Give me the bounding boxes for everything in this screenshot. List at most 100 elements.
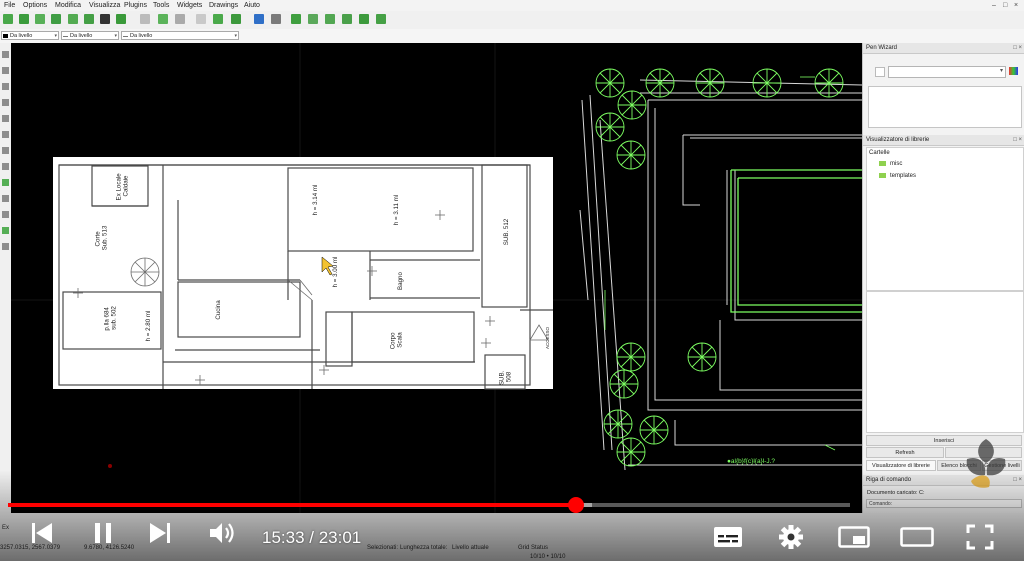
dock-float-close-icon[interactable]: □ ×	[1013, 475, 1022, 486]
refresh-button[interactable]: Refresh	[866, 447, 944, 458]
text-tool-icon[interactable]	[2, 131, 9, 138]
select-tool-icon[interactable]	[2, 227, 9, 234]
minimize-icon[interactable]: –	[992, 0, 996, 11]
command-line-title-text: Riga di comando	[866, 477, 912, 483]
new-template-icon[interactable]	[19, 14, 29, 24]
menu-modifica[interactable]: Modifica	[55, 0, 81, 11]
chevron-down-icon: ▾	[114, 33, 117, 39]
grid-status-label: Grid Status	[518, 545, 549, 551]
save-as-icon[interactable]	[68, 14, 78, 24]
fullscreen-icon[interactable]	[966, 524, 994, 550]
menu-plugins[interactable]: Plugins	[124, 0, 147, 11]
color-value: Da livello	[10, 33, 33, 39]
grid-icon[interactable]	[254, 14, 264, 24]
miniplayer-icon[interactable]	[838, 526, 870, 548]
modify-tool-icon[interactable]	[2, 195, 9, 202]
library-viewer-title: Visualizzatore di librerie □ ×	[863, 135, 1024, 146]
block-icon[interactable]	[213, 14, 223, 24]
polyline-tool-icon[interactable]	[2, 115, 9, 122]
menu-aiuto[interactable]: Aiuto	[244, 0, 260, 11]
linetype-swatch	[63, 36, 68, 37]
zoom-window-icon[interactable]	[342, 14, 352, 24]
pen-color-swatch[interactable]	[875, 67, 885, 77]
info-tool-icon[interactable]	[2, 211, 9, 218]
height-label-2-80: h = 2.80 ml	[145, 311, 152, 342]
library-preview-pane	[866, 291, 1024, 433]
zoom-in-icon[interactable]	[291, 14, 301, 24]
restore-icon[interactable]: □	[1003, 0, 1007, 11]
room-label-line: Sub. 513	[102, 225, 109, 250]
line-tool-icon[interactable]	[2, 51, 9, 58]
menu-widgets[interactable]: Widgets	[177, 0, 202, 11]
folder-item-templates[interactable]: templates	[879, 173, 916, 179]
save-icon[interactable]	[51, 14, 61, 24]
redraw-icon[interactable]	[376, 14, 386, 24]
previous-icon[interactable]	[30, 521, 54, 545]
command-input[interactable]: Comando:	[866, 499, 1022, 508]
drawing-canvas[interactable]: Ex Locale Caldaie Corte Sub. 513 h = 3.1…	[11, 43, 862, 513]
time-display: 15:33 / 23:01	[262, 528, 361, 548]
tab-library-viewer[interactable]: Visualizzatore di librerie	[866, 460, 936, 471]
print-icon[interactable]	[100, 14, 110, 24]
close-icon[interactable]: ×	[1014, 0, 1018, 11]
theater-mode-icon[interactable]	[900, 527, 934, 547]
hatch-tool-icon[interactable]	[2, 163, 9, 170]
cut-icon[interactable]	[158, 14, 168, 24]
room-label-accesso: ACCESSO	[545, 327, 550, 350]
paste-icon[interactable]	[196, 14, 206, 24]
dock-float-close-icon[interactable]: □ ×	[1013, 135, 1022, 146]
print-preview-icon[interactable]	[116, 14, 126, 24]
subtitles-icon[interactable]	[713, 526, 743, 548]
circle-tool-icon[interactable]	[2, 67, 9, 74]
menu-drawings[interactable]: Drawings	[209, 0, 238, 11]
pen-wizard-title-text: Pen Wizard	[866, 45, 898, 51]
arc-tool-icon[interactable]	[2, 83, 9, 90]
command-output: Documento caricato: C:	[867, 490, 925, 496]
snap-icon[interactable]	[271, 14, 281, 24]
ellipse-tool-icon[interactable]	[2, 99, 9, 106]
volume-icon[interactable]	[208, 521, 236, 545]
pause-icon[interactable]	[91, 521, 115, 545]
pen-wizard-select[interactable]: ▾	[888, 66, 1006, 78]
menu-tools[interactable]: Tools	[153, 0, 169, 11]
library-tree: Cartelle misc templates	[866, 147, 1024, 291]
room-label-sub-512: SUB. 512	[503, 218, 510, 245]
image-tool-icon[interactable]	[2, 179, 9, 186]
copy-icon[interactable]	[175, 14, 185, 24]
zoom-auto-icon[interactable]	[325, 14, 335, 24]
color-select[interactable]: Da livello ▾	[1, 31, 59, 40]
menu-file[interactable]: File	[4, 0, 15, 11]
next-icon[interactable]	[148, 521, 172, 545]
menu-options[interactable]: Options	[23, 0, 47, 11]
new-file-icon[interactable]	[3, 14, 13, 24]
open-file-icon[interactable]	[35, 14, 45, 24]
linewidth-select[interactable]: Da livello ▾	[121, 31, 239, 40]
layer-icon[interactable]	[231, 14, 241, 24]
room-label-line: Caldaie	[123, 175, 130, 197]
folder-label: templates	[890, 173, 917, 180]
palette-icon[interactable]	[1009, 67, 1018, 75]
time-separator: /	[304, 528, 319, 547]
settings-icon[interactable]	[778, 524, 804, 550]
export-icon[interactable]	[84, 14, 94, 24]
zoom-out-icon[interactable]	[308, 14, 318, 24]
menu-visualizza[interactable]: Visualizza	[89, 0, 120, 11]
room-label-line: sub. 502	[111, 306, 118, 330]
block-tool-icon[interactable]	[2, 243, 9, 250]
dock-float-close-icon[interactable]: □ ×	[1013, 43, 1022, 54]
linetype-select[interactable]: Da livello ▾	[61, 31, 119, 40]
room-label-plla-684: p.lla 684 sub. 502	[104, 305, 118, 330]
pen-wizard-title: Pen Wizard □ ×	[863, 43, 1024, 54]
dimension-tool-icon[interactable]	[2, 147, 9, 154]
pen-list[interactable]	[868, 86, 1022, 128]
undo-icon[interactable]	[140, 14, 150, 24]
zoom-previous-icon[interactable]	[359, 14, 369, 24]
chevron-down-icon: ▾	[999, 68, 1003, 74]
linewidth-swatch	[123, 36, 128, 37]
tree-root-label: Cartelle	[869, 150, 890, 156]
folder-item-misc[interactable]: misc	[879, 161, 902, 167]
folder-label: misc	[890, 161, 903, 168]
current-time: 15:33	[262, 528, 305, 547]
progress-played	[8, 503, 577, 507]
current-layer-label: Livello attuale	[452, 545, 489, 551]
